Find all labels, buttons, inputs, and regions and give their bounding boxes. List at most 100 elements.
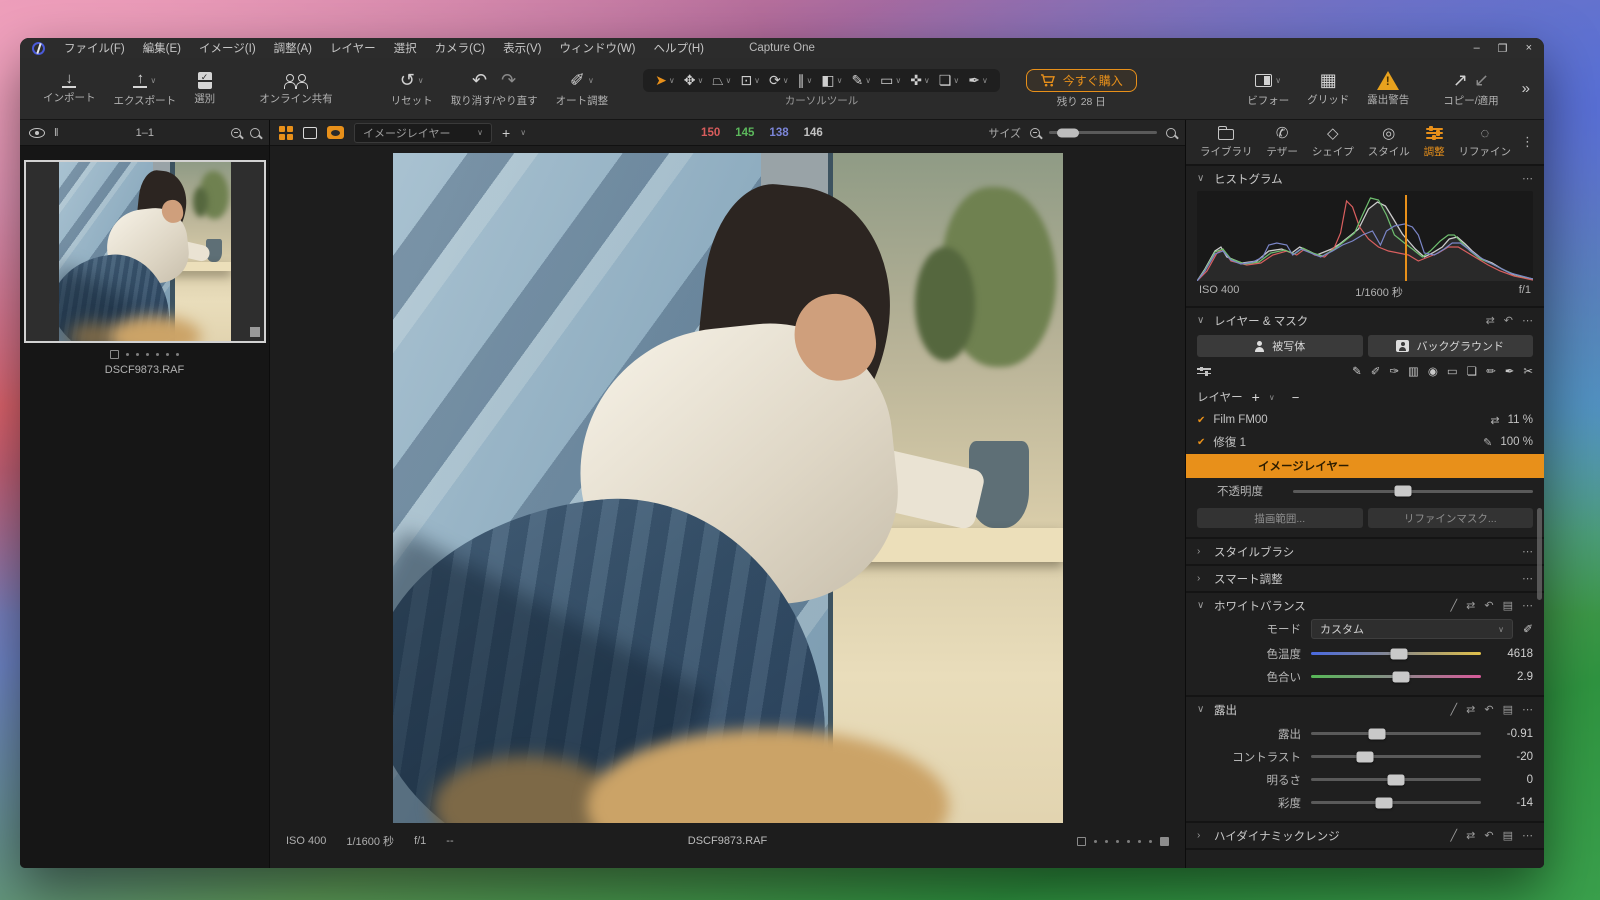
refine-mask-button[interactable]: リファインマスク...	[1368, 508, 1534, 528]
opacity-slider[interactable]	[1293, 490, 1533, 493]
heal-tool[interactable]: ✜∨	[910, 72, 930, 89]
zoom-out-thumbs-icon[interactable]	[231, 128, 241, 138]
online-share-button[interactable]: オンライン共有	[250, 58, 342, 119]
collapse-chevron[interactable]: ∨	[1197, 704, 1207, 715]
more-icon[interactable]: ⋯	[1522, 829, 1533, 842]
tab-refine[interactable]: ◌ リファイン	[1455, 122, 1516, 162]
tab-adjust[interactable]: 調整	[1420, 122, 1449, 162]
edit-icon[interactable]: ╱	[1451, 703, 1458, 716]
menu-camera[interactable]: カメラ(C)	[426, 39, 494, 57]
clone-stamp-icon[interactable]: ❏	[1467, 364, 1477, 378]
toolbar-overflow-chevron[interactable]: »	[1522, 80, 1530, 97]
layer-row-film[interactable]: ✔ Film FM00 ⇄ 11 %	[1186, 409, 1544, 431]
layer-row-image-selected[interactable]: イメージレイヤー	[1186, 454, 1544, 478]
reset-icon[interactable]: ↶	[1504, 314, 1513, 327]
preset-icon[interactable]: ▤	[1503, 703, 1513, 716]
preset-icon[interactable]: ▤	[1503, 829, 1513, 842]
tab-style[interactable]: ◎ スタイル	[1364, 122, 1414, 162]
add-layer-icon[interactable]: +	[502, 125, 510, 141]
minimize-button[interactable]: –	[1474, 42, 1480, 55]
menu-layer[interactable]: レイヤー	[321, 39, 385, 57]
radial-gradient-mask-icon[interactable]: ◉	[1428, 364, 1438, 378]
expand-chevron[interactable]: ›	[1197, 830, 1207, 841]
saturation-slider[interactable]	[1311, 801, 1481, 804]
heal-pen-icon[interactable]: ✏	[1486, 364, 1496, 378]
status-rating[interactable]	[1077, 837, 1169, 846]
wb-picker-icon[interactable]: ✐	[1523, 622, 1533, 636]
undo-icon[interactable]: ↶	[472, 71, 487, 90]
cull-button[interactable]: 選別	[185, 58, 224, 119]
more-icon[interactable]: ⋯	[1522, 599, 1533, 612]
layer-row-heal[interactable]: ✔ 修復 1 ✎ 100 %	[1186, 431, 1544, 453]
add-layer-button[interactable]: +	[1252, 389, 1260, 405]
reset-icon[interactable]: ↶	[1484, 599, 1493, 612]
tab-tether[interactable]: ✆ テザー	[1262, 122, 1302, 162]
auto-adjust-button[interactable]: ✐∨ オート調整	[547, 58, 618, 119]
crop-tool[interactable]: ⊡∨	[740, 72, 760, 89]
mask-background-button[interactable]: バックグラウンド	[1368, 335, 1534, 357]
brightness-slider[interactable]	[1311, 778, 1481, 781]
layer-select-dropdown[interactable]: イメージレイヤー ∨	[354, 123, 492, 143]
zoom-in-thumbs-icon[interactable]	[250, 128, 260, 138]
mask-brush-icon[interactable]: ✎	[1352, 364, 1362, 378]
zoom-in-icon[interactable]	[1166, 128, 1176, 138]
reset-icon[interactable]: ↶	[1484, 829, 1493, 842]
grid-button[interactable]: ▦ グリッド	[1298, 71, 1358, 107]
collapse-chevron[interactable]: ∨	[1197, 173, 1207, 184]
menu-help[interactable]: ヘルプ(H)	[644, 39, 712, 57]
straighten-tool[interactable]: ∥∨	[798, 72, 813, 89]
menu-adjust[interactable]: 調整(A)	[265, 39, 321, 57]
buy-now-button[interactable]: 今すぐ購入	[1026, 69, 1137, 92]
brush-tool[interactable]: ✎∨	[852, 72, 872, 89]
mask-erase-icon[interactable]: ✑	[1389, 364, 1399, 378]
remove-layer-button[interactable]: −	[1292, 390, 1300, 405]
tab-shape[interactable]: ◇ シェイプ	[1308, 122, 1358, 162]
menu-window[interactable]: ウィンドウ(W)	[550, 39, 644, 57]
eraser-icon[interactable]: ▭	[1447, 364, 1458, 378]
export-button[interactable]: ↑∨ エクスポート	[105, 58, 186, 119]
pan-tool[interactable]: ✥∨	[684, 72, 704, 89]
maximize-button[interactable]: ❐	[1498, 42, 1508, 55]
tint-slider[interactable]	[1311, 675, 1481, 678]
exposure-slider[interactable]	[1311, 732, 1481, 735]
edit-icon[interactable]: ╱	[1451, 829, 1458, 842]
more-icon[interactable]: ⋯	[1522, 172, 1533, 185]
more-icon[interactable]: ⋯	[1522, 572, 1533, 585]
thumbnail-selected[interactable]	[24, 160, 266, 343]
collapse-chevron[interactable]: ∨	[1197, 315, 1207, 326]
copy-adjustments-icon[interactable]: ⇄	[1466, 829, 1475, 842]
rotate-tool[interactable]: ⟳∨	[769, 72, 789, 89]
menu-select[interactable]: 選択	[385, 39, 426, 57]
layer-enabled-check[interactable]: ✔	[1197, 415, 1205, 426]
expand-chevron[interactable]: ›	[1197, 573, 1207, 584]
erase-pen-icon[interactable]: ✂	[1523, 364, 1533, 378]
more-icon[interactable]: ⋯	[1522, 703, 1533, 716]
copy-apply-button[interactable]: ↗ ↙ コピー/適用	[1434, 69, 1507, 108]
eraser-tool[interactable]: ▭∨	[880, 72, 901, 89]
zoom-slider[interactable]	[1049, 131, 1157, 134]
wb-mode-select[interactable]: カスタム ∨	[1311, 619, 1513, 639]
main-image[interactable]	[393, 153, 1063, 823]
mask-subject-button[interactable]: 被写体	[1197, 335, 1363, 357]
menu-file[interactable]: ファイル(F)	[55, 39, 134, 57]
temperature-slider[interactable]	[1311, 652, 1481, 655]
layer-enabled-check[interactable]: ✔	[1197, 437, 1205, 448]
copy-adjustments-icon[interactable]: ⇄	[1466, 599, 1475, 612]
menu-image[interactable]: イメージ(I)	[190, 39, 265, 57]
zoom-out-icon[interactable]	[1030, 128, 1040, 138]
reset-button[interactable]: ↺∨ リセット	[382, 58, 442, 119]
expand-chevron[interactable]: ›	[1197, 546, 1207, 557]
preset-icon[interactable]: ▤	[1503, 599, 1513, 612]
clone-tool[interactable]: ❏∨	[939, 72, 959, 89]
edit-icon[interactable]: ╱	[1451, 599, 1458, 612]
undo-redo-buttons[interactable]: ↶ ↷ 取り消す/やり直す	[442, 58, 547, 119]
copy-adjustments-icon[interactable]: ⇄	[1466, 703, 1475, 716]
thumbnail-rating-dots[interactable]	[20, 350, 269, 359]
more-icon[interactable]: ⋯	[1522, 545, 1533, 558]
reset-icon[interactable]: ↶	[1484, 703, 1493, 716]
filter-icon[interactable]: ‖	[54, 127, 59, 139]
multi-view-icon[interactable]	[279, 126, 293, 140]
before-after-button[interactable]: ∨ ビフォー	[1238, 69, 1298, 108]
exposure-warning-button[interactable]: 露出警告	[1358, 71, 1418, 107]
mask-settings-icon[interactable]	[1197, 365, 1211, 377]
